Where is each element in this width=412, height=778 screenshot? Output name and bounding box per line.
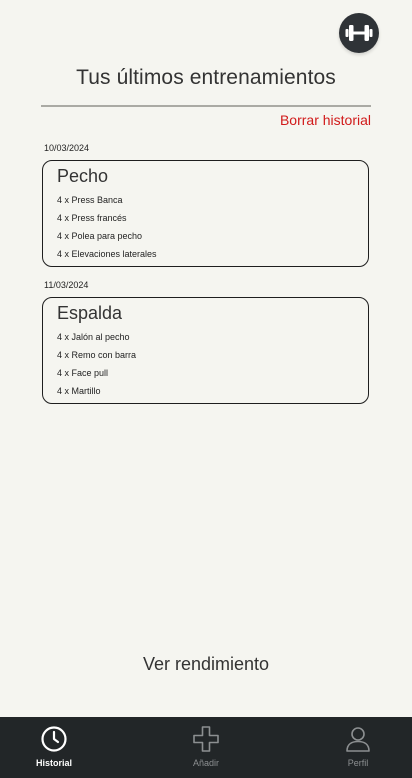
exercise-item: 4 x Press francés: [57, 213, 127, 223]
view-performance-link[interactable]: Ver rendimiento: [0, 654, 412, 675]
nav-item-anadir[interactable]: Añadir: [166, 725, 246, 768]
workout-date: 11/03/2024: [44, 280, 89, 290]
plus-icon: [193, 726, 219, 752]
exercise-item: 4 x Jalón al pecho: [57, 332, 130, 342]
clear-history-link[interactable]: Borrar historial: [280, 112, 371, 128]
workout-card-espalda[interactable]: Espalda 4 x Jalón al pecho 4 x Remo con …: [42, 297, 369, 404]
workout-card-pecho[interactable]: Pecho 4 x Press Banca 4 x Press francés …: [42, 160, 369, 267]
logo-button[interactable]: [339, 13, 379, 53]
title-divider: [41, 105, 371, 107]
workout-title: Pecho: [57, 166, 109, 186]
exercise-item: 4 x Remo con barra: [57, 350, 137, 360]
workout-date: 10/03/2024: [44, 143, 90, 153]
nav-label: Historial: [35, 758, 72, 768]
exercise-item: 4 x Martillo: [57, 386, 101, 396]
exercise-item: 4 x Face pull: [57, 368, 109, 378]
exercise-item: 4 x Elevaciones laterales: [57, 249, 157, 259]
page-title: Tus últimos entrenamientos: [76, 66, 336, 89]
nav-item-historial[interactable]: Historial: [14, 725, 94, 768]
clock-icon: [41, 726, 67, 752]
bottom-nav: Historial Añadir Perfil: [0, 717, 412, 778]
workout-title: Espalda: [57, 303, 123, 323]
dumbbell-icon: [345, 25, 373, 41]
nav-label: Añadir: [192, 758, 219, 768]
exercise-item: 4 x Polea para pecho: [57, 231, 143, 241]
user-icon: [346, 727, 370, 752]
nav-label: Perfil: [347, 758, 369, 768]
exercise-item: 4 x Press Banca: [57, 195, 123, 205]
nav-item-perfil[interactable]: Perfil: [318, 725, 398, 768]
